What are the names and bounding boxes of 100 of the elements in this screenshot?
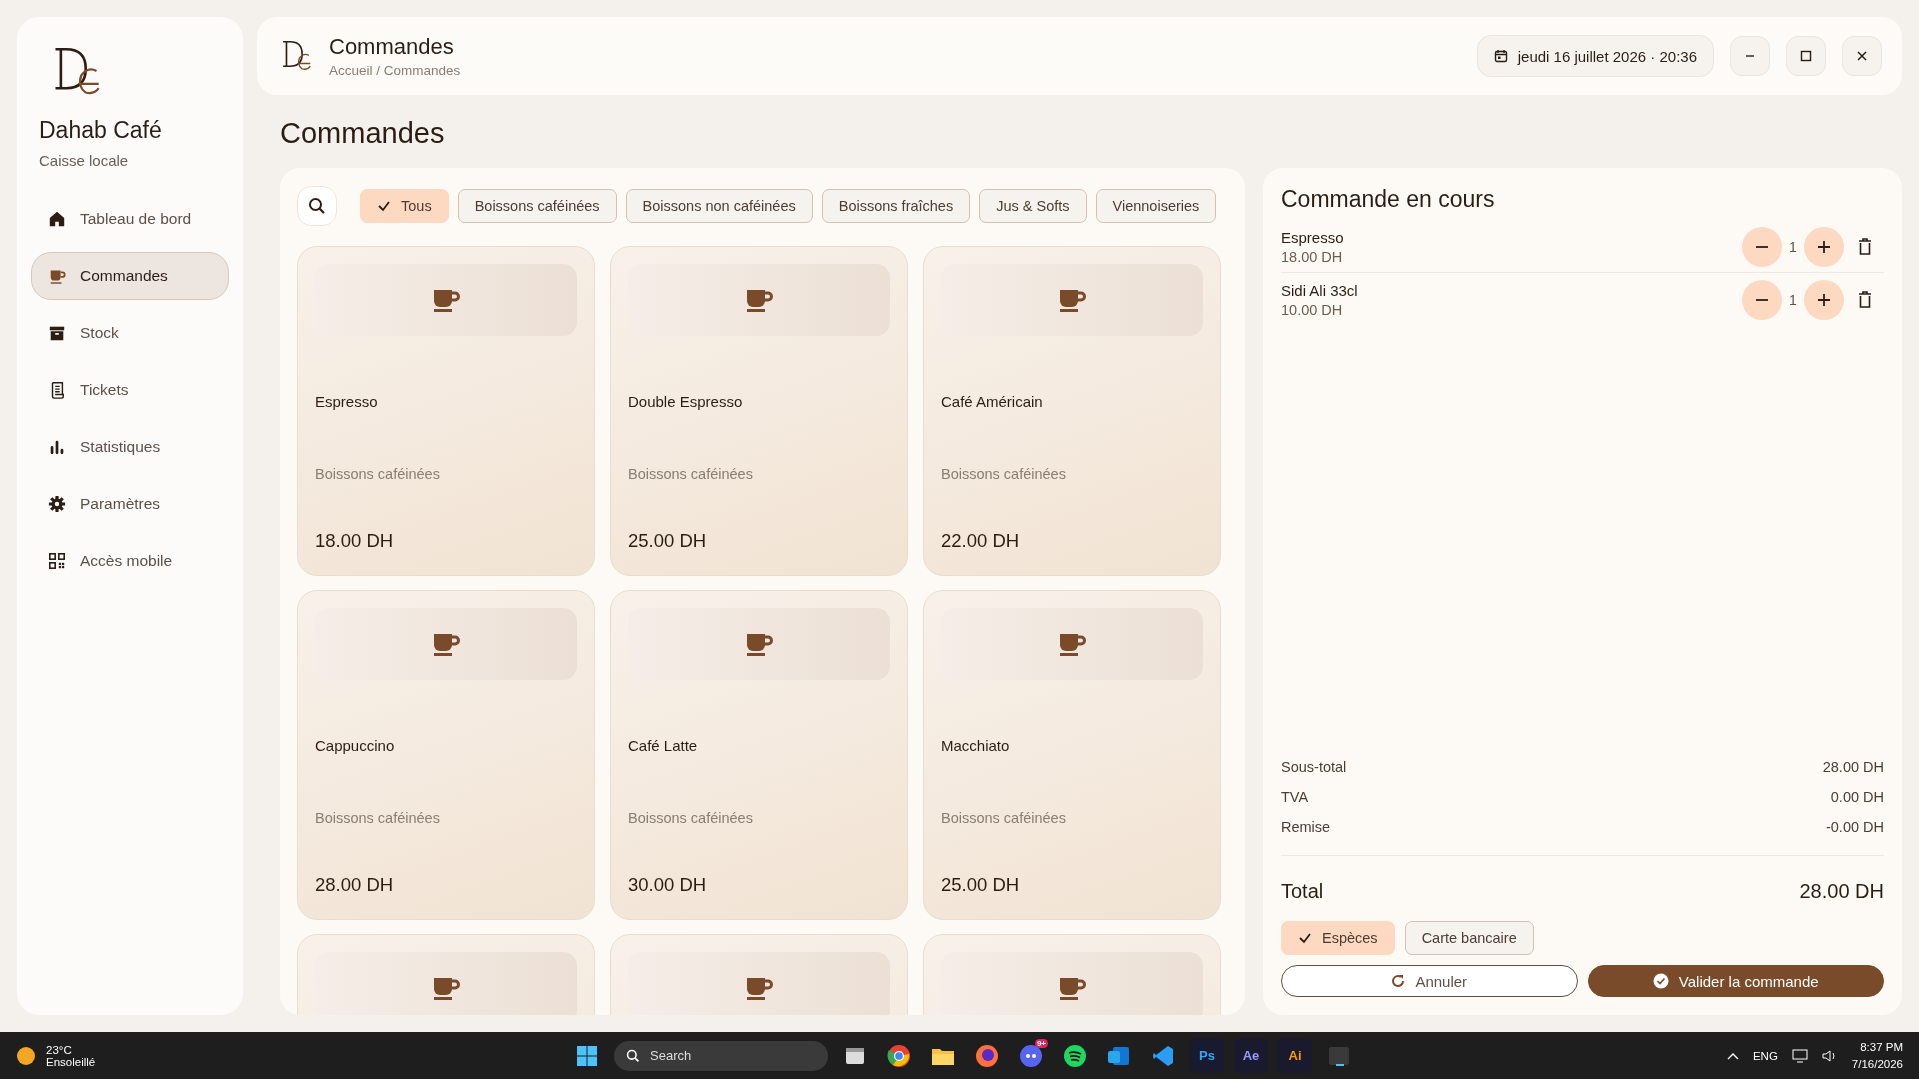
cancel-button[interactable]: Annuler <box>1281 965 1578 997</box>
maximize-icon <box>1800 50 1812 62</box>
sidebar-item[interactable]: Commandes <box>31 252 229 300</box>
product-category: Boissons caféinées <box>941 810 1067 826</box>
product-price: 22.00 DH <box>941 530 1021 552</box>
product-name: Double Espresso <box>628 393 744 410</box>
product-price: 28.00 DH <box>315 874 395 896</box>
increase-button[interactable] <box>1804 227 1844 267</box>
calendar-icon <box>1493 49 1508 63</box>
filter-chip[interactable]: Tous <box>360 189 449 223</box>
filter-chip[interactable]: Boissons caféinées <box>457 189 617 223</box>
brand-subtitle: Caisse locale <box>39 152 130 169</box>
product-card[interactable]: Café Latte Boissons caféinées 30.00 DH <box>610 590 908 920</box>
app-icon[interactable]: Ae <box>1234 1038 1268 1073</box>
app-icon[interactable]: Ps <box>1190 1038 1224 1073</box>
chevron-up-icon[interactable] <box>1726 1051 1739 1060</box>
order-item-price: 18.00 DH <box>1281 249 1344 265</box>
filter-chip[interactable]: Boissons non caféinées <box>625 189 813 223</box>
payment-option[interactable]: Carte bancaire <box>1404 921 1534 955</box>
summary-label: Remise <box>1281 819 1331 835</box>
home-icon <box>48 210 66 228</box>
sidebar-item[interactable]: Paramètres <box>31 480 229 528</box>
sidebar-item[interactable]: Accès mobile <box>31 537 229 585</box>
total-label: Total <box>1281 880 1324 903</box>
trash-icon[interactable] <box>1858 238 1872 256</box>
product-name: Cappuccino <box>315 737 396 754</box>
qr-code-icon <box>48 552 66 570</box>
summary-value: 0.00 DH <box>1830 789 1884 805</box>
sidebar-item[interactable]: Stock <box>31 309 229 357</box>
search-button[interactable] <box>297 186 337 226</box>
product-price: 18.00 DH <box>315 530 395 552</box>
check-circle-icon <box>1652 973 1669 989</box>
clock-time[interactable]: 8:37 PM <box>1851 1039 1903 1056</box>
coffee-cup-icon <box>1058 287 1086 313</box>
product-category: Boissons caféinées <box>628 466 754 482</box>
search-icon <box>626 1048 640 1063</box>
order-title: Commande en cours <box>1281 186 1496 213</box>
coffee-cup-icon <box>1058 631 1086 657</box>
coffee-cup-icon <box>745 631 773 657</box>
sun-icon <box>16 1045 36 1066</box>
coffee-cup-icon <box>432 631 460 657</box>
search-field[interactable]: Search <box>614 1040 828 1071</box>
temperature: 23°C <box>46 1043 73 1056</box>
product-name: Café Latte <box>628 737 699 754</box>
search-icon <box>308 197 326 215</box>
product-name: Espresso <box>315 393 379 410</box>
product-name: Macchiato <box>941 737 1011 754</box>
payment-option[interactable]: Espèces <box>1281 921 1395 955</box>
sidebar-item[interactable]: Tableau de bord <box>31 195 229 243</box>
coffee-cup-icon <box>1058 975 1086 1001</box>
coffee-cup-icon <box>432 287 460 313</box>
sidebar-item[interactable]: Statistiques <box>31 423 229 471</box>
monitor-icon[interactable] <box>1791 1048 1808 1063</box>
order-item-name: Sidi Ali 33cl <box>1281 282 1359 299</box>
filter-chip[interactable]: Jus & Softs <box>979 189 1087 223</box>
increase-button[interactable] <box>1804 280 1844 320</box>
product-name: Café Américain <box>941 393 1044 410</box>
archive-icon <box>48 324 66 342</box>
product-category: Boissons caféinées <box>628 810 754 826</box>
product-card[interactable]: Cappuccino Boissons caféinées 28.00 DH <box>297 590 595 920</box>
speaker-icon[interactable] <box>1821 1048 1838 1063</box>
summary-label: TVA <box>1281 789 1309 805</box>
product-price: 30.00 DH <box>628 874 708 896</box>
order-item-name: Espresso <box>1281 229 1345 246</box>
product-card[interactable]: Double Espresso Boissons caféinées 25.00 DH <box>610 246 908 576</box>
filter-chip[interactable]: Boissons fraîches <box>821 189 971 223</box>
coffee-cup-icon <box>432 975 460 1001</box>
plus-icon <box>1817 240 1831 254</box>
settings-icon <box>48 495 66 513</box>
filter-chip[interactable]: Viennoiseries <box>1095 189 1217 223</box>
clock-date[interactable]: 7/16/2026 <box>1851 1055 1903 1072</box>
sidebar-item[interactable]: Tickets <box>31 366 229 414</box>
order-item-price: 10.00 DH <box>1281 302 1344 318</box>
maximize-button[interactable] <box>1786 36 1826 76</box>
page-title: Commandes <box>280 117 446 150</box>
product-category: Boissons caféinées <box>315 810 441 826</box>
language-indicator[interactable]: ENG <box>1752 1049 1778 1062</box>
coffee-cup-icon <box>745 975 773 1001</box>
confirm-button[interactable]: Valider la commande <box>1587 965 1884 997</box>
trash-icon[interactable] <box>1858 291 1872 309</box>
product-card[interactable]: Macchiato Boissons caféinées 25.00 DH <box>923 590 1221 920</box>
summary-value: 28.00 DH <box>1822 759 1884 775</box>
weather-label: Ensoleillé <box>46 1055 96 1068</box>
coffee-cup-icon <box>745 287 773 313</box>
product-category: Boissons caféinées <box>315 466 441 482</box>
header-title: Commandes <box>329 34 455 60</box>
product-card[interactable]: Café Américain Boissons caféinées 22.00 DH <box>923 246 1221 576</box>
close-button[interactable] <box>1842 36 1882 76</box>
date-chip: jeudi 16 juillet 2026 · 20:36 <box>1476 35 1714 77</box>
app-icon[interactable]: Ai <box>1278 1038 1312 1073</box>
plus-icon <box>1817 293 1831 307</box>
product-category: Boissons caféinées <box>941 466 1067 482</box>
bar-chart-icon <box>48 438 66 456</box>
summary-value: -0.00 DH <box>1825 819 1884 835</box>
breadcrumb: Accueil / Commandes <box>329 63 461 78</box>
product-price: 25.00 DH <box>628 530 708 552</box>
close-icon <box>1856 50 1868 62</box>
product-card[interactable]: Espresso Boissons caféinées 18.00 DH <box>297 246 595 576</box>
check-icon <box>1298 931 1312 945</box>
check-icon <box>377 199 391 213</box>
